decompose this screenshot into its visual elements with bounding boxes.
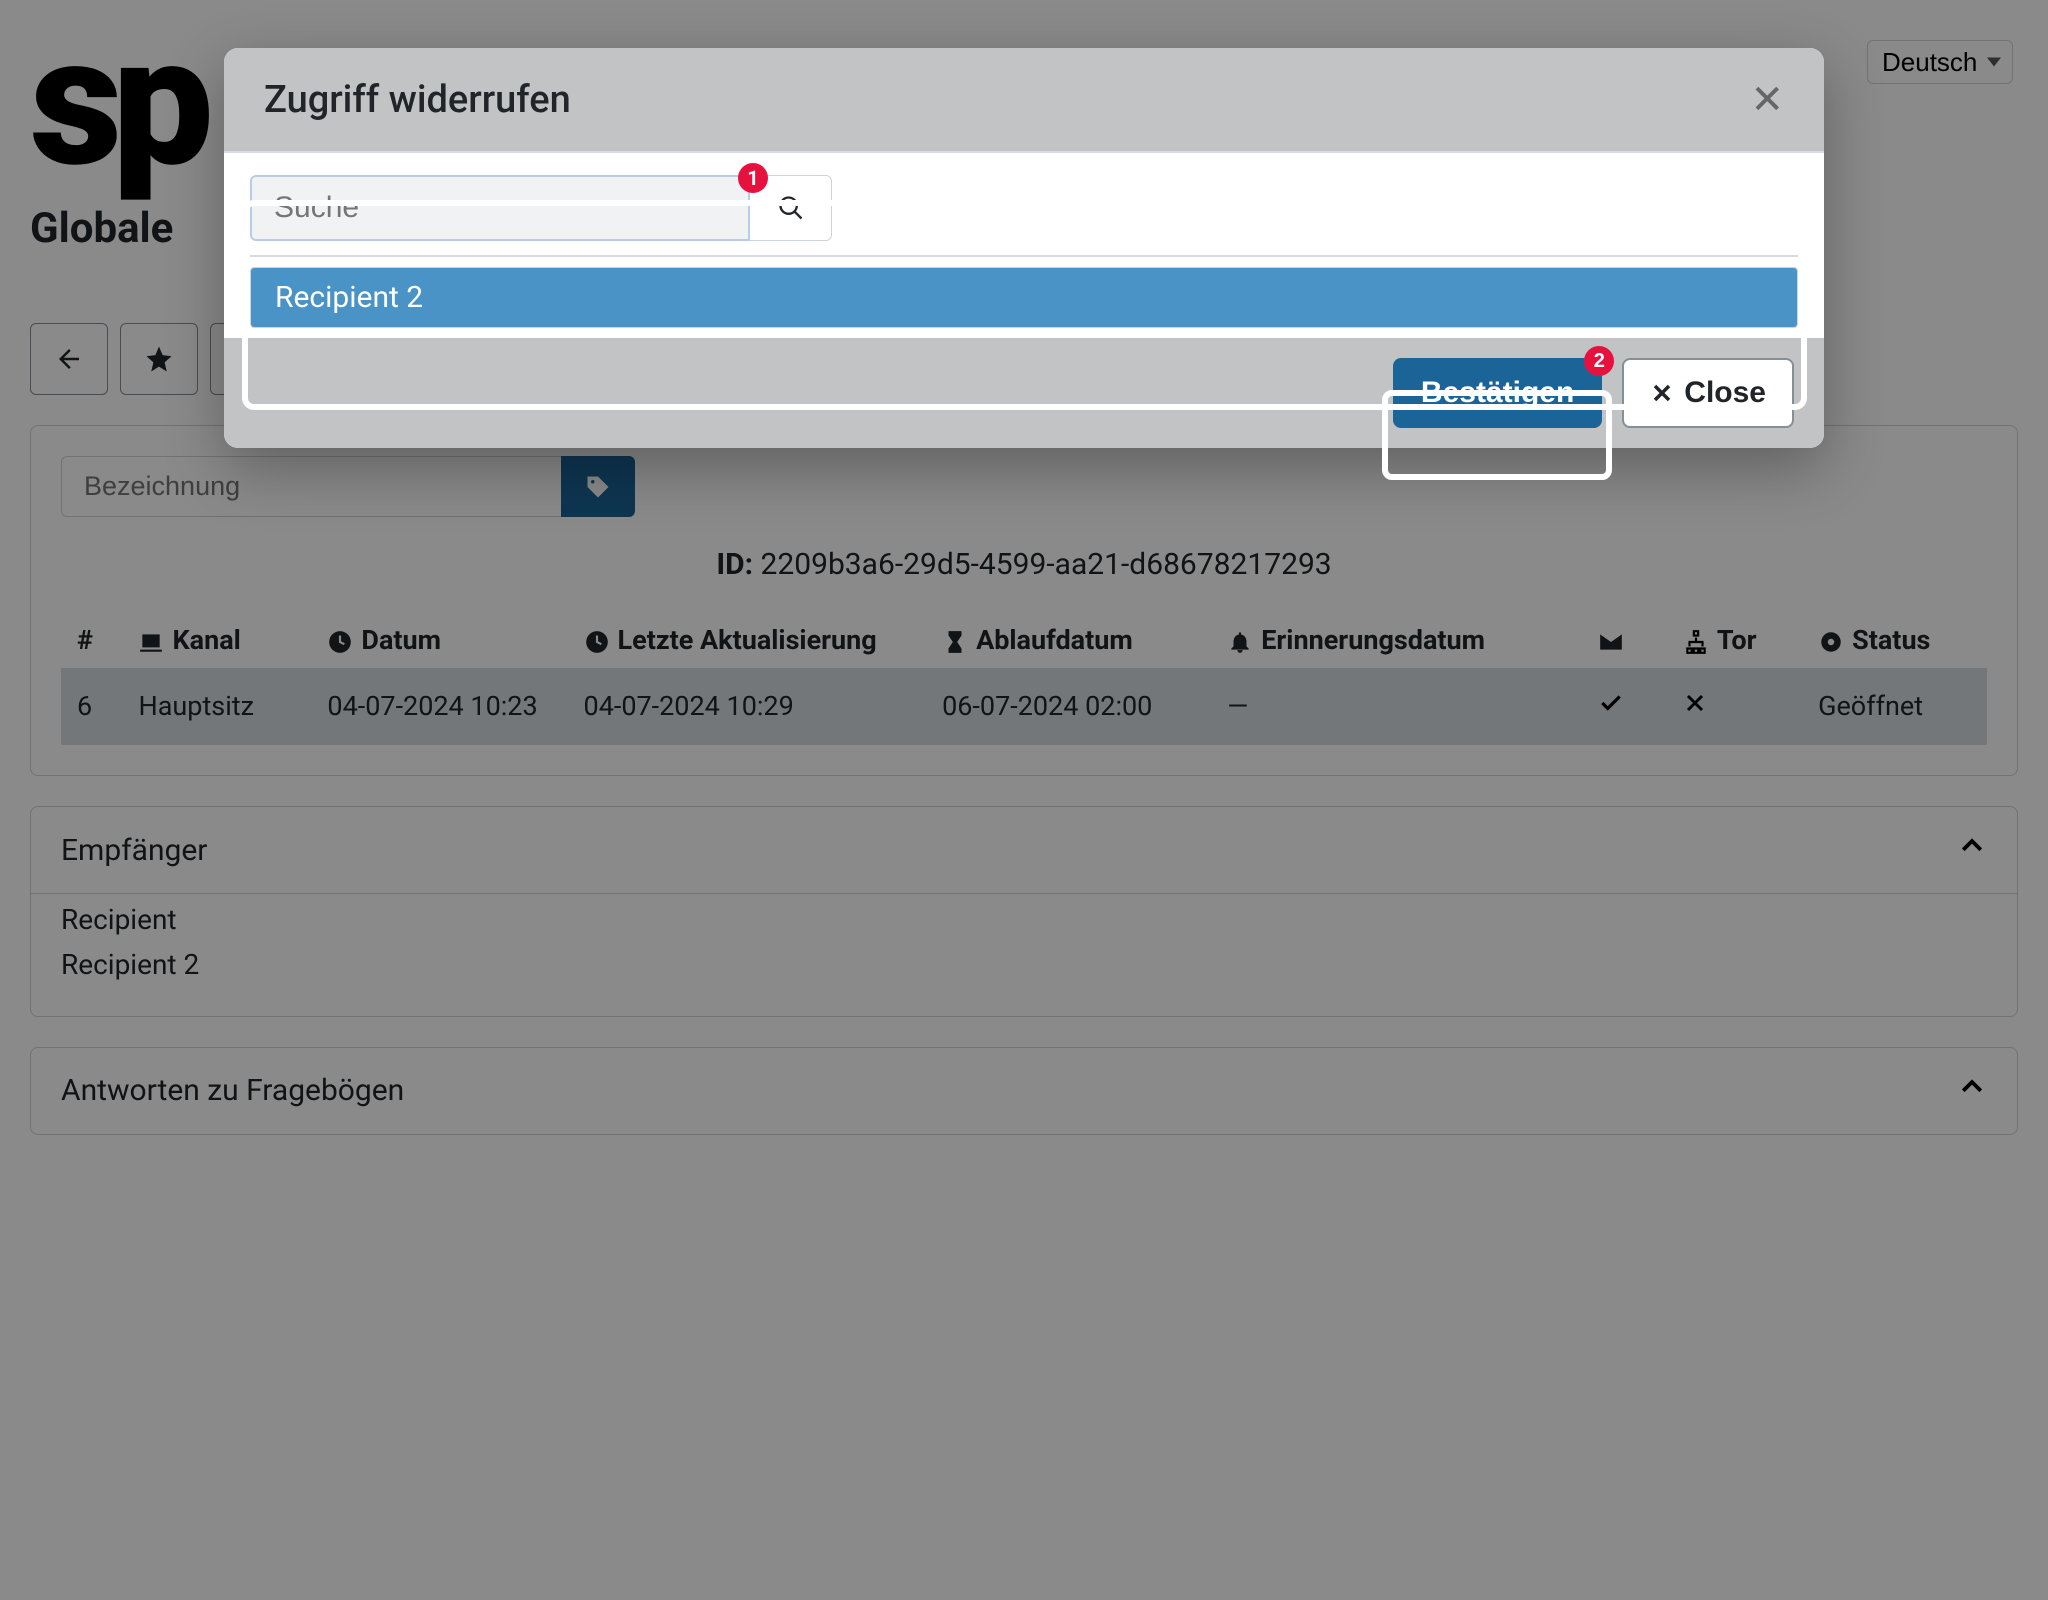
search-dropdown: Recipient 2 <box>250 267 1798 328</box>
confirm-button[interactable]: Bestätigen 2 <box>1393 358 1602 428</box>
close-icon[interactable]: ✕ <box>1750 76 1784 123</box>
dropdown-option[interactable]: Recipient 2 <box>251 268 1797 327</box>
step-badge-1: 1 <box>738 163 768 193</box>
search-input[interactable] <box>250 175 750 241</box>
modal-title: Zugriff widerrufen <box>264 78 571 122</box>
step-badge-2: 2 <box>1584 346 1614 376</box>
close-button[interactable]: Close <box>1622 358 1794 428</box>
revoke-access-modal: Zugriff widerrufen ✕ 1 Recipient 2 Bestä… <box>224 48 1824 448</box>
